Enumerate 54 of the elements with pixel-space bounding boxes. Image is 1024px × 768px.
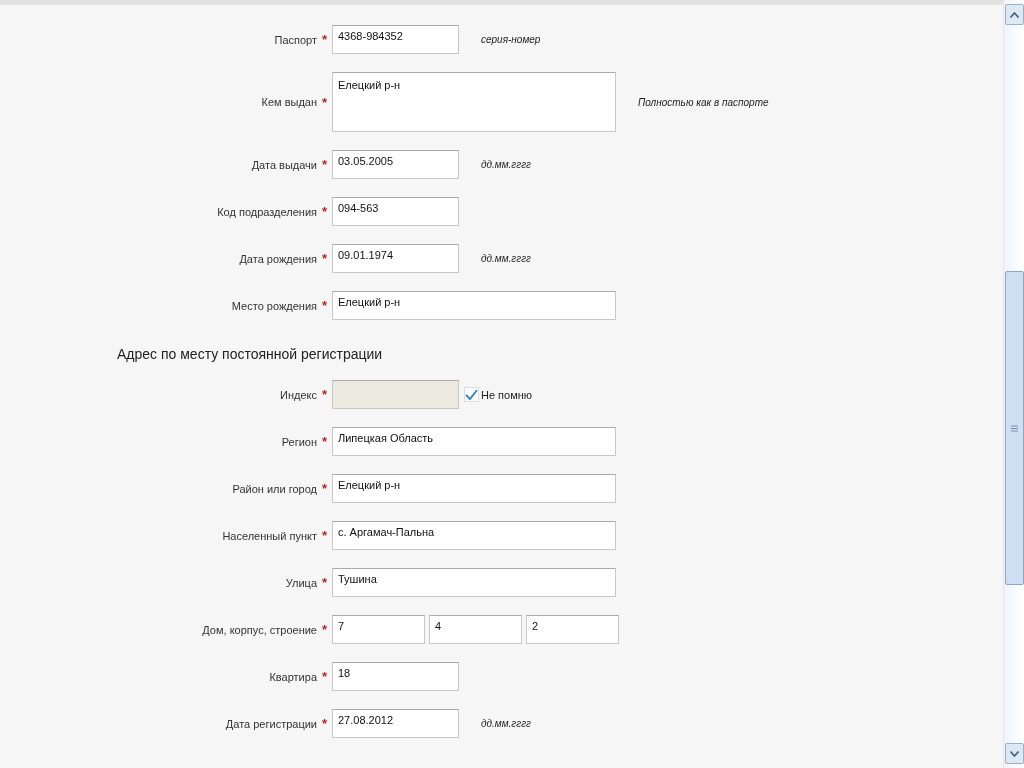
field-label: Улица xyxy=(284,576,317,589)
text-area[interactable]: Елецкий р-н xyxy=(332,72,616,132)
field-label: Район или город xyxy=(231,482,317,495)
scroll-up-icon[interactable] xyxy=(1004,4,1024,25)
format-hint: дд.мм.гггг xyxy=(481,159,532,170)
required-asterisk: * xyxy=(321,387,328,402)
required-asterisk: * xyxy=(321,481,328,496)
scroll-thumb[interactable] xyxy=(1004,271,1024,585)
field-label: Дата рождения xyxy=(238,252,317,265)
field-label: Населенный пункт xyxy=(221,529,317,542)
required-asterisk: * xyxy=(321,622,328,637)
field-label: Дом, корпус, строение xyxy=(201,623,317,636)
required-asterisk: * xyxy=(321,528,328,543)
required-asterisk: * xyxy=(321,669,328,684)
input-field[interactable]: 094-563 xyxy=(332,197,459,226)
format-hint: серия-номер xyxy=(481,34,541,45)
field-label: Дата регистрации xyxy=(224,717,317,730)
input-field[interactable]: 09.01.1974 xyxy=(332,244,459,273)
input-field[interactable]: Елецкий р-н xyxy=(332,474,616,503)
checkbox-label: Не помню xyxy=(481,388,533,401)
field-label: Место рождения xyxy=(230,299,317,312)
format-hint: дд.мм.гггг xyxy=(481,718,532,729)
section-heading: Адрес по месту постоянной регистрации xyxy=(117,346,384,362)
input-field[interactable]: Липецкая Область xyxy=(332,427,616,456)
input-field[interactable]: с. Аргамач-Пальна xyxy=(332,521,616,550)
required-asterisk: * xyxy=(321,716,328,731)
scroll-down-icon[interactable] xyxy=(1004,743,1024,764)
required-asterisk: * xyxy=(321,32,328,47)
required-asterisk: * xyxy=(321,251,328,266)
field-label: Паспорт xyxy=(273,33,317,46)
field-label: Квартира xyxy=(268,670,317,683)
format-hint: дд.мм.гггг xyxy=(481,253,532,264)
field-label: Дата выдачи xyxy=(250,158,317,171)
scrollbar[interactable] xyxy=(1003,0,1024,768)
format-hint: Полностью как в паспорте xyxy=(638,96,769,108)
input-field[interactable]: 03.05.2005 xyxy=(332,150,459,179)
input-field[interactable]: 7 xyxy=(332,615,425,644)
field-label: Кем выдан xyxy=(260,96,317,108)
input-field[interactable]: 4368-984352 xyxy=(332,25,459,54)
required-asterisk: * xyxy=(321,94,328,110)
input-field[interactable]: 2 xyxy=(526,615,619,644)
input-field[interactable]: 18 xyxy=(332,662,459,691)
input-field[interactable]: 27.08.2012 xyxy=(332,709,459,738)
required-asterisk: * xyxy=(321,434,328,449)
input-field[interactable]: Тушина xyxy=(332,568,616,597)
required-asterisk: * xyxy=(321,298,328,313)
input-field[interactable]: Елецкий р-н xyxy=(332,291,616,320)
required-asterisk: * xyxy=(321,575,328,590)
input-field[interactable]: 4 xyxy=(429,615,522,644)
field-label: Индекс xyxy=(279,388,317,401)
required-asterisk: * xyxy=(321,157,328,172)
required-asterisk: * xyxy=(321,204,328,219)
field-label: Код подразделения xyxy=(216,205,317,218)
field-label: Регион xyxy=(280,435,317,448)
